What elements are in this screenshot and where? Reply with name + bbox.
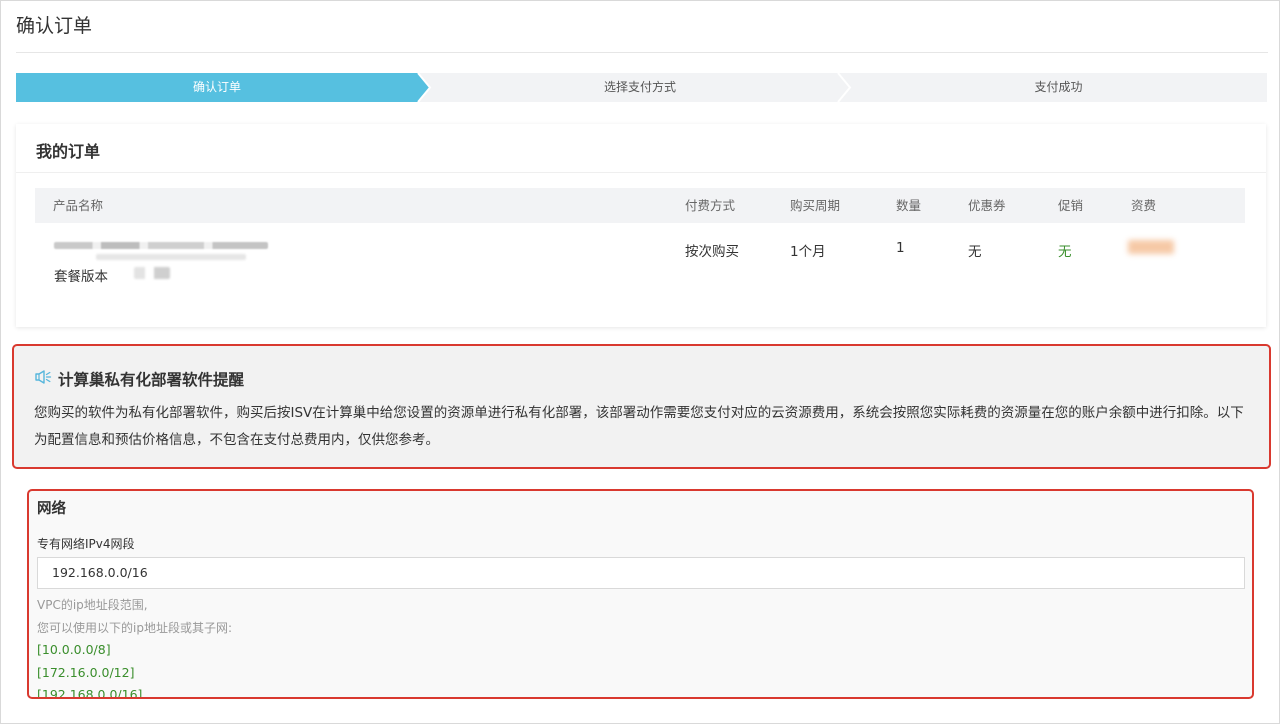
package-version-label: 套餐版本: [54, 269, 108, 285]
col-promotion: 促销: [1058, 198, 1084, 213]
step-select-payment: 选择支付方式: [603, 80, 676, 94]
col-coupon: 优惠券: [968, 198, 1006, 213]
step-confirm-order: 确认订单: [192, 80, 241, 94]
step-payment-success: 支付成功: [1034, 80, 1083, 94]
vpc-cidr-input[interactable]: 192.168.0.0/16: [37, 557, 1245, 589]
coupon-value: 无: [968, 244, 982, 260]
order-title: 我的订单: [36, 142, 101, 161]
megaphone-icon: [34, 369, 52, 389]
cidr-option: [192.168.0.0/16]: [37, 687, 143, 699]
cidr-option: [10.0.0.0/8]: [37, 642, 111, 657]
reminder-header: 计算巢私有化部署软件提醒: [34, 368, 244, 390]
pay-method-value: 按次购买: [685, 244, 739, 260]
col-price: 资费: [1131, 198, 1157, 213]
vpc-hint-line1: VPC的ip地址段范围,: [37, 598, 148, 612]
page-title: 确认订单: [16, 15, 93, 37]
reminder-title: 计算巢私有化部署软件提醒: [58, 371, 245, 389]
period-value: 1个月: [790, 244, 826, 260]
col-pay-method: 付费方式: [685, 198, 736, 213]
vpc-hint-line2: 您可以使用以下的ip地址段或其子网:: [37, 621, 232, 635]
order-table-header: 产品名称 付费方式 购买周期 数量 优惠券 促销 资费: [35, 188, 1245, 223]
title-divider: [16, 52, 1268, 53]
redacted-price: [1128, 240, 1174, 254]
cidr-option: [172.16.0.0/12]: [37, 665, 135, 680]
promotion-value: 无: [1058, 244, 1072, 260]
network-title: 网络: [37, 501, 66, 517]
vpc-cidr-label: 专有网络IPv4网段: [37, 537, 135, 551]
redacted-product-name-2: [96, 254, 246, 260]
redacted-package-version: [134, 267, 170, 279]
order-divider: [16, 172, 1266, 173]
step-progress: 确认订单 选择支付方式 支付成功: [16, 73, 1267, 102]
col-product-name: 产品名称: [53, 198, 104, 213]
reminder-body: 您购买的软件为私有化部署软件，购买后按ISV在计算巢中给您设置的资源单进行私有化…: [34, 405, 1244, 448]
order-card: 我的订单 产品名称 付费方式 购买周期 数量 优惠券 促销 资费 套餐版本 按次…: [16, 124, 1266, 327]
deployment-reminder: 计算巢私有化部署软件提醒 您购买的软件为私有化部署软件，购买后按ISV在计算巢中…: [12, 344, 1271, 469]
network-section: 网络 专有网络IPv4网段 192.168.0.0/16 VPC的ip地址段范围…: [27, 489, 1254, 699]
col-period: 购买周期: [790, 198, 841, 213]
redacted-product-name: [54, 242, 268, 249]
quantity-value: 1: [896, 240, 905, 256]
col-quantity: 数量: [896, 198, 922, 213]
